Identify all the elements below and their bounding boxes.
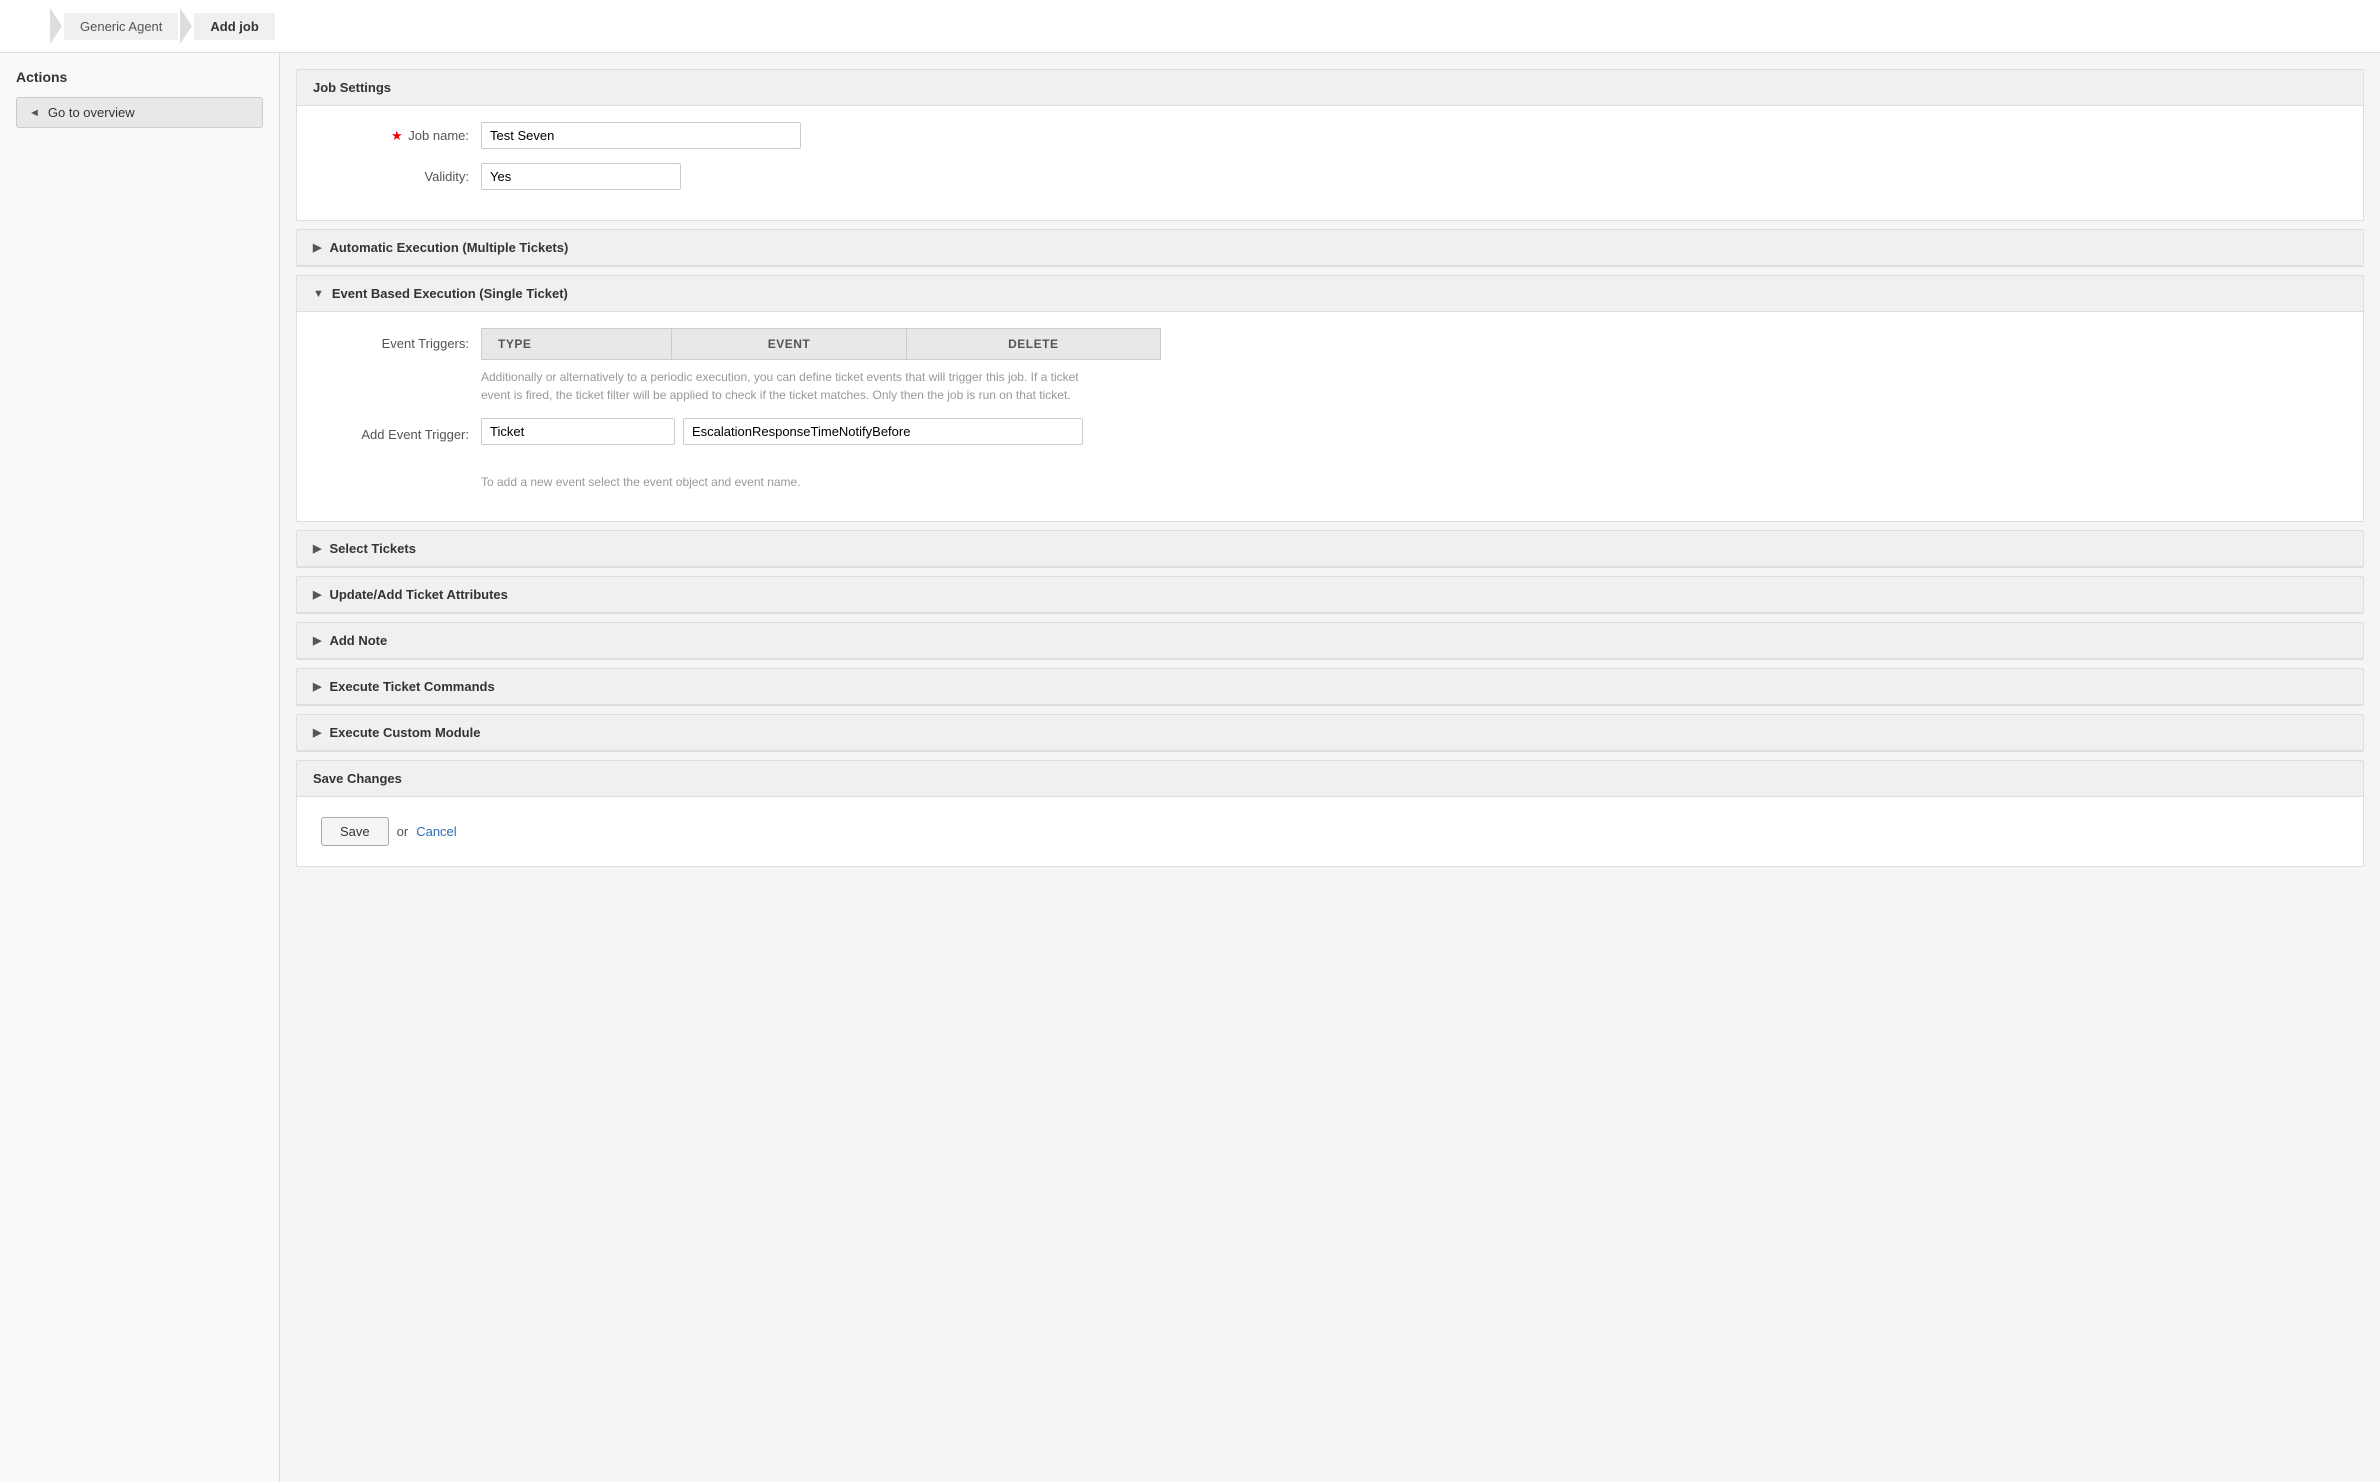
triggers-hint: Additionally or alternatively to a perio…	[481, 368, 1081, 404]
or-text: or	[397, 824, 409, 839]
job-settings-header[interactable]: Job Settings	[297, 70, 2363, 106]
save-changes-section: Save Changes Save or Cancel	[296, 760, 2364, 867]
home-button[interactable]	[16, 10, 48, 42]
trigger-event-input[interactable]	[683, 418, 1083, 445]
col-event: EVENT	[672, 329, 906, 360]
add-trigger-row: Add Event Trigger:	[321, 418, 2339, 451]
required-star: ★	[391, 128, 403, 143]
content-area: Job Settings ★ Job name: Validity:	[280, 53, 2380, 1482]
event-triggers-area: TYPE EVENT DELETE Additionally or altern…	[481, 328, 1161, 404]
execute-commands-header[interactable]: ▶ Execute Ticket Commands	[297, 669, 2363, 705]
validity-row: Validity:	[321, 163, 2339, 190]
event-execution-title: Event Based Execution (Single Ticket)	[332, 286, 568, 301]
expand-icon-note: ▶	[313, 634, 321, 647]
execute-commands-title: Execute Ticket Commands	[329, 679, 494, 694]
breadcrumb-separator-1	[50, 8, 62, 44]
job-name-label: ★ Job name:	[321, 128, 481, 144]
auto-execution-header[interactable]: ▶ Automatic Execution (Multiple Tickets)	[297, 230, 2363, 266]
add-note-title: Add Note	[329, 633, 387, 648]
main-layout: Actions ◄ Go to overview Job Settings ★ …	[0, 53, 2380, 1482]
arrow-left-icon: ◄	[29, 107, 40, 119]
validity-input[interactable]	[481, 163, 681, 190]
expand-icon-commands: ▶	[313, 680, 321, 693]
select-tickets-header[interactable]: ▶ Select Tickets	[297, 531, 2363, 567]
triggers-table: TYPE EVENT DELETE	[481, 328, 1161, 360]
update-ticket-header[interactable]: ▶ Update/Add Ticket Attributes	[297, 577, 2363, 613]
execute-custom-section: ▶ Execute Custom Module	[296, 714, 2364, 752]
save-button[interactable]: Save	[321, 817, 389, 846]
execute-custom-header[interactable]: ▶ Execute Custom Module	[297, 715, 2363, 751]
add-note-header[interactable]: ▶ Add Note	[297, 623, 2363, 659]
event-execution-body: Event Triggers: TYPE EVENT DELETE	[297, 312, 2363, 521]
breadcrumb: Generic Agent Add job	[0, 0, 2380, 53]
save-changes-header: Save Changes	[297, 761, 2363, 797]
job-settings-body: ★ Job name: Validity:	[297, 106, 2363, 220]
validity-label: Validity:	[321, 169, 481, 184]
expand-icon-auto: ▶	[313, 241, 321, 254]
event-triggers-row: Event Triggers: TYPE EVENT DELETE	[321, 328, 2339, 404]
sidebar-title: Actions	[16, 69, 263, 85]
add-trigger-hint-row: To add a new event select the event obje…	[321, 465, 2339, 491]
auto-execution-section: ▶ Automatic Execution (Multiple Tickets)	[296, 229, 2364, 267]
breadcrumb-add-job[interactable]: Add job	[194, 13, 274, 40]
breadcrumb-generic-agent[interactable]: Generic Agent	[64, 13, 178, 40]
breadcrumb-separator-2	[180, 8, 192, 44]
expand-icon-select: ▶	[313, 542, 321, 555]
select-tickets-title: Select Tickets	[329, 541, 415, 556]
job-name-row: ★ Job name:	[321, 122, 2339, 149]
go-to-overview-button[interactable]: ◄ Go to overview	[16, 97, 263, 128]
update-ticket-section: ▶ Update/Add Ticket Attributes	[296, 576, 2364, 614]
job-settings-section: Job Settings ★ Job name: Validity:	[296, 69, 2364, 221]
add-trigger-inputs	[481, 418, 1083, 445]
col-type: TYPE	[482, 329, 672, 360]
job-settings-title: Job Settings	[313, 80, 391, 95]
go-to-overview-label: Go to overview	[48, 105, 135, 120]
save-changes-body: Save or Cancel	[297, 797, 2363, 866]
event-execution-header[interactable]: ▼ Event Based Execution (Single Ticket)	[297, 276, 2363, 312]
add-trigger-hint: To add a new event select the event obje…	[481, 473, 801, 491]
add-trigger-label: Add Event Trigger:	[321, 427, 481, 442]
event-execution-section: ▼ Event Based Execution (Single Ticket) …	[296, 275, 2364, 522]
sidebar: Actions ◄ Go to overview	[0, 53, 280, 1482]
expand-icon-update: ▶	[313, 588, 321, 601]
expand-icon-custom: ▶	[313, 726, 321, 739]
col-delete: DELETE	[906, 329, 1160, 360]
cancel-link[interactable]: Cancel	[416, 824, 456, 839]
update-ticket-title: Update/Add Ticket Attributes	[329, 587, 507, 602]
trigger-object-input[interactable]	[481, 418, 675, 445]
execute-custom-title: Execute Custom Module	[329, 725, 480, 740]
event-triggers-label: Event Triggers:	[321, 328, 481, 351]
add-note-section: ▶ Add Note	[296, 622, 2364, 660]
select-tickets-section: ▶ Select Tickets	[296, 530, 2364, 568]
execute-commands-section: ▶ Execute Ticket Commands	[296, 668, 2364, 706]
auto-execution-title: Automatic Execution (Multiple Tickets)	[329, 240, 568, 255]
collapse-icon-event: ▼	[313, 288, 324, 300]
job-name-input[interactable]	[481, 122, 801, 149]
